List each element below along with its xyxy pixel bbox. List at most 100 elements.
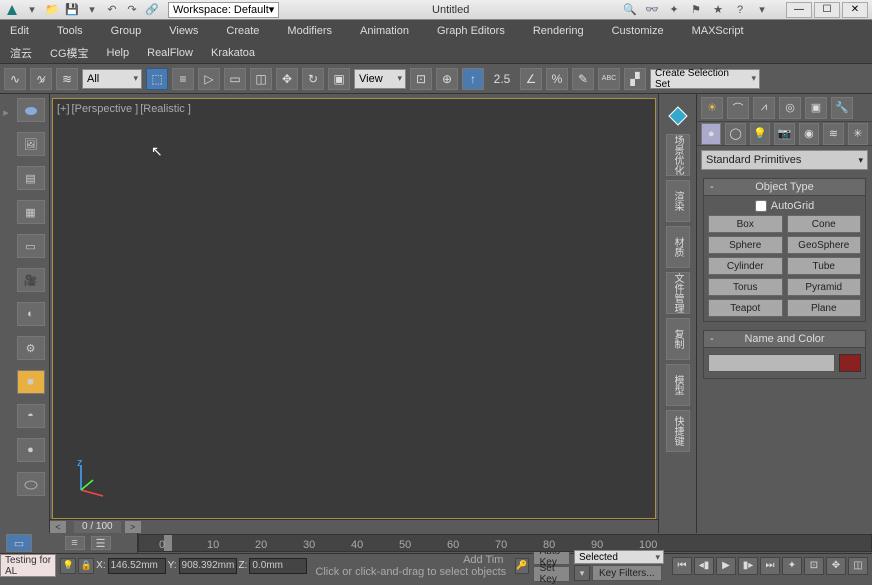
close-button[interactable]: ✕ — [842, 2, 868, 18]
box-button[interactable]: Box — [708, 215, 783, 233]
key-mode-icon[interactable]: ▾ — [574, 565, 590, 581]
track-tool[interactable]: ≡ — [65, 536, 85, 550]
key-filter-dropdown[interactable]: Selected — [574, 550, 664, 564]
bind-tool[interactable]: ≋ — [56, 68, 78, 90]
menu-animation[interactable]: Animation — [360, 25, 409, 37]
setkey-button[interactable]: Set Key — [533, 566, 570, 582]
mirror-tool[interactable]: ▞ — [624, 68, 646, 90]
grid-icon[interactable]: ▦ — [17, 200, 45, 224]
menu-group[interactable]: Group — [111, 25, 142, 37]
help-dd-icon[interactable]: ▾ — [754, 2, 770, 18]
menu-rendering[interactable]: Rendering — [533, 25, 584, 37]
keyfilters-button[interactable]: Key Filters... — [592, 565, 662, 581]
next-frame-button[interactable]: ▮▸ — [738, 557, 758, 575]
diamond-icon[interactable] — [666, 102, 690, 130]
new-icon[interactable]: ▾ — [24, 2, 40, 18]
rollout-name-color[interactable]: Name and Color — [704, 331, 865, 348]
menu-edit[interactable]: Edit — [10, 25, 29, 37]
ref-coord-system[interactable]: View — [354, 69, 406, 89]
window-crossing-tool[interactable]: ◫ — [250, 68, 272, 90]
helpers-icon[interactable]: ◉ — [799, 123, 819, 145]
tab-material[interactable]: 材质 — [666, 226, 690, 268]
lock-icon[interactable]: 💡 — [60, 558, 76, 574]
menu-maxscript[interactable]: MAXScript — [692, 25, 744, 37]
tool2-icon[interactable]: ⚑ — [688, 2, 704, 18]
save-icon[interactable]: 💾 — [64, 2, 80, 18]
rect-select-tool[interactable]: ▭ — [224, 68, 246, 90]
nav3-icon[interactable]: ✥ — [826, 557, 846, 575]
nav2-icon[interactable]: ⊡ — [804, 557, 824, 575]
autogrid-checkbox[interactable]: AutoGrid — [755, 200, 814, 212]
menu-customize[interactable]: Customize — [612, 25, 664, 37]
menu-cgmobao[interactable]: CG模宝 — [50, 45, 89, 61]
gears-icon[interactable]: ⚙ — [17, 336, 45, 360]
globe-icon[interactable]: ◐ — [17, 302, 45, 326]
utilities-icon[interactable]: 🔧 — [831, 97, 853, 119]
curve-tool[interactable]: ☰ — [91, 536, 111, 550]
wire-teapot-icon[interactable] — [17, 472, 45, 496]
y-field[interactable]: 908.392mm — [179, 558, 237, 574]
menu-krakatoa[interactable]: Krakatoa — [211, 47, 255, 59]
hierarchy-icon[interactable]: ⩘ — [753, 97, 775, 119]
category-dropdown[interactable]: Standard Primitives — [701, 150, 868, 170]
spinner-value[interactable]: 2.5 — [488, 68, 516, 90]
minimize-button[interactable]: — — [786, 2, 812, 18]
viewport-shading[interactable]: [Realistic ] — [140, 103, 191, 115]
favorite-icon[interactable]: ★ — [710, 2, 726, 18]
select-arrow-tool[interactable]: ▷ — [198, 68, 220, 90]
menu-help[interactable]: Help — [107, 47, 130, 59]
abc-tool[interactable]: ABC — [598, 68, 620, 90]
rollout-object-type[interactable]: Object Type — [704, 179, 865, 196]
tab-scene-opt[interactable]: 场景优化 — [666, 134, 690, 176]
menu-xuanyun[interactable]: 渲云 — [10, 45, 32, 61]
link-icon[interactable]: 🔗 — [144, 2, 160, 18]
geosphere-button[interactable]: GeoSphere — [787, 236, 862, 254]
maximize-button[interactable]: ☐ — [814, 2, 840, 18]
named-selection-set[interactable]: Create Selection Set — [650, 69, 760, 89]
object-name-field[interactable] — [708, 354, 835, 372]
rotate-tool[interactable]: ↻ — [302, 68, 324, 90]
goto-start-button[interactable]: ⏮ — [672, 557, 692, 575]
material-icon[interactable]: ■ — [17, 370, 45, 394]
panels-icon[interactable]: ▭ — [17, 234, 45, 258]
pyramid-button[interactable]: Pyramid — [787, 278, 862, 296]
menu-grapheditors[interactable]: Graph Editors — [437, 25, 505, 37]
lock2-icon[interactable]: 🔒 — [78, 558, 94, 574]
nav4-icon[interactable]: ◫ — [848, 557, 868, 575]
menu-realflow[interactable]: RealFlow — [147, 47, 193, 59]
move-tool[interactable]: ✥ — [276, 68, 298, 90]
help-icon[interactable]: ? — [732, 2, 748, 18]
menu-views[interactable]: Views — [169, 25, 198, 37]
sphere-icon[interactable]: ● — [17, 438, 45, 462]
geometry-icon[interactable]: ● — [701, 123, 721, 145]
time-slider[interactable]: < 0 / 100 > — [50, 519, 658, 533]
menu-modifiers[interactable]: Modifiers — [287, 25, 332, 37]
camera-icon[interactable]: 🎥 — [17, 268, 45, 292]
teapot-icon[interactable] — [17, 98, 45, 122]
percent-snap-tool[interactable]: % — [546, 68, 568, 90]
search-icon[interactable]: 🔍 — [622, 2, 638, 18]
workspace-dropdown[interactable]: Workspace: Default ▾ — [168, 2, 279, 18]
space-warps-icon[interactable]: ≋ — [823, 123, 843, 145]
manip-tool[interactable]: ⊕ — [436, 68, 458, 90]
viewport[interactable]: [+] [Perspective ] [Realistic ] ↖ z — [52, 98, 656, 519]
select-name-tool[interactable]: ≡ — [172, 68, 194, 90]
motion-icon[interactable]: ◎ — [779, 97, 801, 119]
torus-button[interactable]: Torus — [708, 278, 783, 296]
open-icon[interactable]: 📁 — [44, 2, 60, 18]
x-field[interactable]: 146.52mm — [108, 558, 166, 574]
lights-icon[interactable]: 💡 — [750, 123, 770, 145]
list-icon[interactable]: ▤ — [17, 166, 45, 190]
time-prev-icon[interactable]: < — [50, 521, 66, 533]
undo-icon[interactable]: ↶ — [104, 2, 120, 18]
menu-create[interactable]: Create — [226, 25, 259, 37]
display-icon[interactable]: ▣ — [805, 97, 827, 119]
arc-icon[interactable]: ⌒ — [727, 97, 749, 119]
sun-icon[interactable]: ☀ — [701, 97, 723, 119]
tool1-icon[interactable]: ✦ — [666, 2, 682, 18]
redo-icon[interactable]: ↷ — [124, 2, 140, 18]
systems-icon[interactable]: ✳ — [848, 123, 868, 145]
menu-tools[interactable]: Tools — [57, 25, 83, 37]
nav1-icon[interactable]: ✦ — [782, 557, 802, 575]
cylinder-button[interactable]: Cylinder — [708, 257, 783, 275]
